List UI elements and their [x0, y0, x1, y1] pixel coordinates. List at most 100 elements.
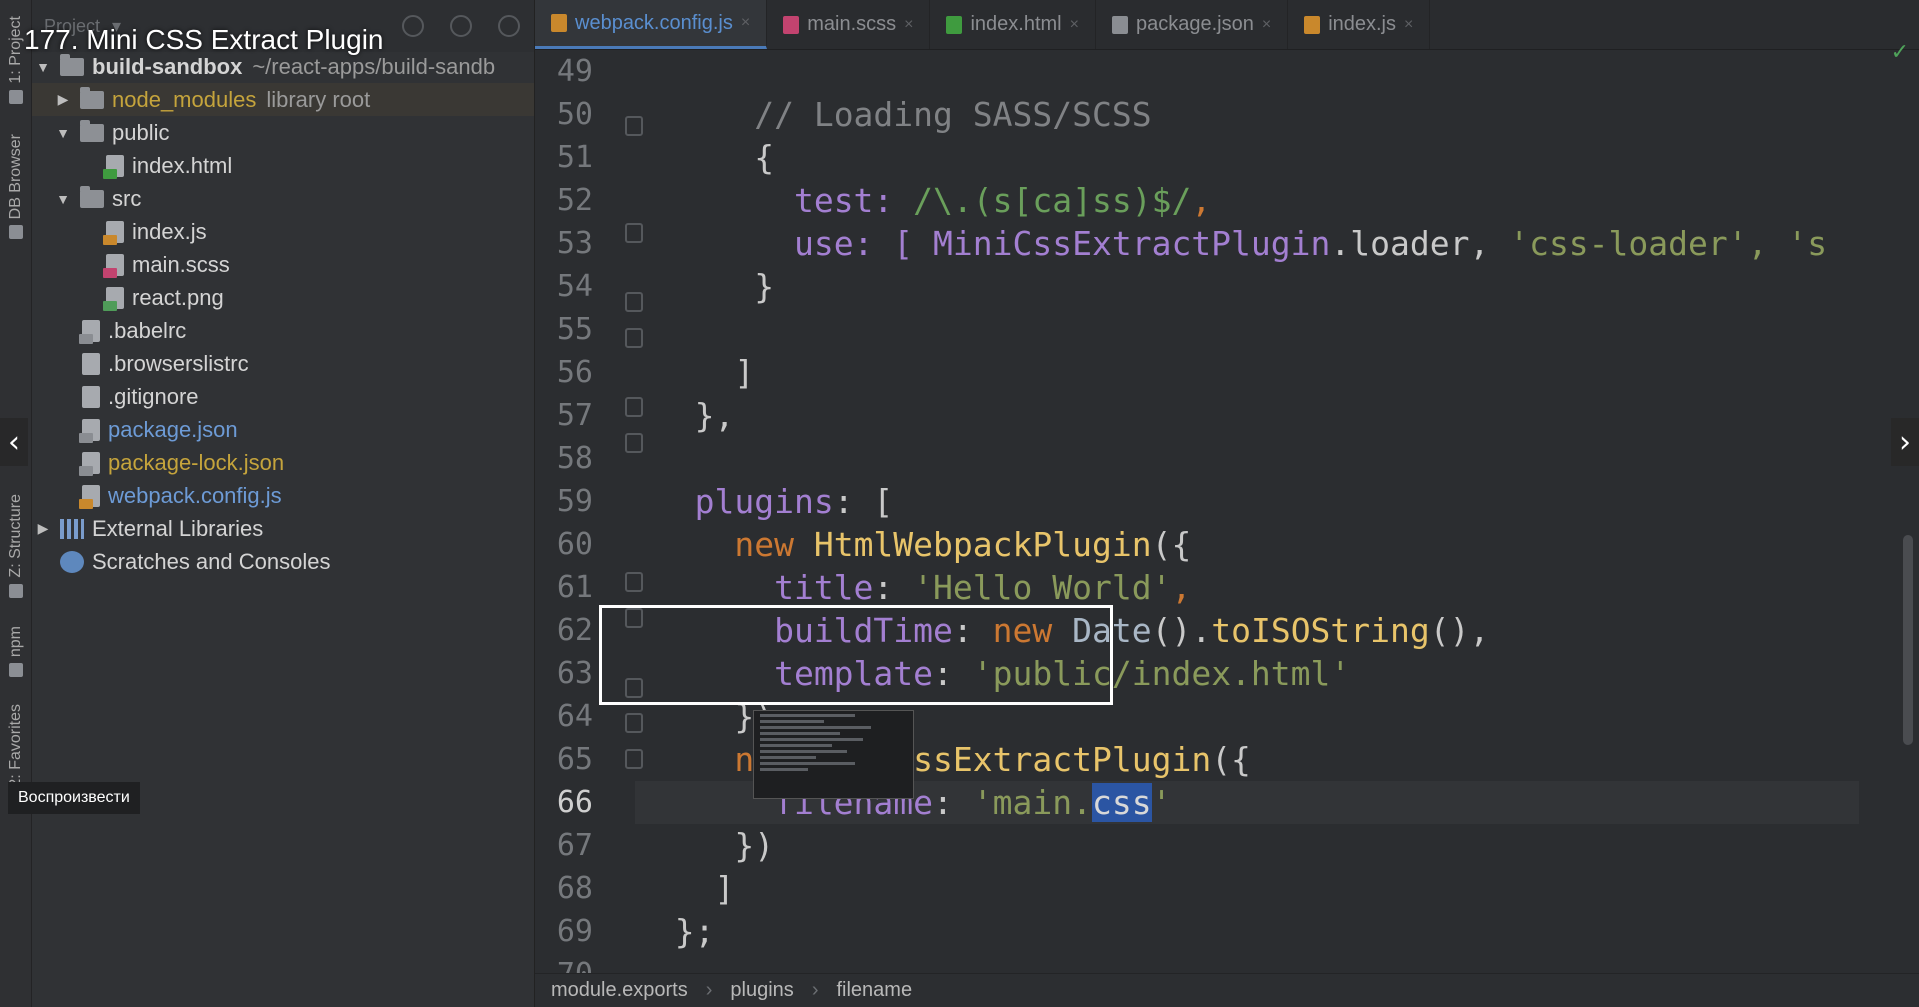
tree-item-scratches[interactable]: Scratches and Consoles — [32, 545, 534, 578]
chevron-right-icon[interactable]: ▶ — [56, 91, 70, 108]
code-token: { — [754, 138, 775, 177]
close-icon[interactable]: × — [1404, 16, 1413, 34]
js-file-icon — [1304, 15, 1321, 34]
line-number: 52 — [556, 183, 593, 218]
tree-item-main-scss[interactable]: main.scss — [32, 248, 534, 281]
tree-item-external-libraries[interactable]: ▶ External Libraries — [32, 512, 534, 545]
favorites-tool-tab[interactable]: 2: Favorites — [4, 704, 28, 788]
html-file-icon — [103, 154, 124, 179]
line-number: 67 — [556, 828, 593, 863]
close-icon[interactable]: × — [741, 14, 750, 32]
chevron-down-icon[interactable]: ▼ — [36, 59, 50, 75]
code-line: template: 'public/index.html' — [635, 652, 1859, 695]
collapse-icon[interactable] — [450, 15, 472, 37]
json-file-icon — [1111, 15, 1128, 34]
project-tree: ▼ build-sandbox ~/react-apps/build-sandb… — [32, 50, 534, 578]
tree-item-public[interactable]: ▼ public — [32, 116, 534, 149]
tree-item-label: External Libraries — [92, 515, 264, 541]
locate-icon[interactable] — [402, 15, 424, 37]
tree-item-label: package.json — [108, 416, 238, 442]
tree-item-react-png[interactable]: react.png — [32, 281, 534, 314]
tab-index-html[interactable]: index.html × — [930, 0, 1096, 49]
play-button[interactable]: Воспроизвести — [8, 782, 140, 814]
tab-main-scss[interactable]: main.scss × — [767, 0, 931, 49]
tree-item-src[interactable]: ▼ src — [32, 182, 534, 215]
code-token: : — [933, 783, 973, 822]
chevron-down-icon[interactable]: ▼ — [56, 191, 70, 207]
code-token: .loader, — [1330, 224, 1510, 263]
tree-item-label: react.png — [132, 284, 224, 310]
db-browser-tool-tab[interactable]: DB Browser — [4, 134, 28, 240]
method-token: toISOString — [1211, 611, 1430, 650]
code-token: ] — [714, 869, 735, 908]
tree-item-webpack-config[interactable]: webpack.config.js — [32, 479, 534, 512]
class-token: HtmlWebpackPlugin — [813, 525, 1152, 564]
tree-item-babelrc[interactable]: .babelrc — [32, 314, 534, 347]
chevron-down-icon[interactable]: ▼ — [56, 125, 70, 141]
breadcrumb-item[interactable]: filename — [836, 979, 912, 1002]
tree-item-label: .browserslistrc — [108, 350, 249, 376]
editor-scrollbar[interactable] — [1903, 535, 1913, 745]
structure-tool-tab[interactable]: Z: Structure — [4, 494, 28, 598]
npm-tool-tab[interactable]: npm — [4, 626, 28, 678]
code-token: (). — [1151, 611, 1212, 650]
punct-token: , — [1171, 568, 1192, 607]
tree-item-browserslistrc[interactable]: .browserslistrc — [32, 347, 534, 380]
tree-item-node-modules[interactable]: ▶ node_modules library root — [32, 83, 534, 116]
npm-icon — [9, 663, 23, 678]
close-icon[interactable]: × — [1070, 16, 1079, 34]
tab-package-json[interactable]: package.json × — [1096, 0, 1289, 49]
code-line: title: 'Hello World', — [635, 566, 1859, 609]
breadcrumb-item[interactable]: plugins — [730, 979, 793, 1002]
tool-window-strip: 1: Project DB Browser Z: Structure npm 2… — [0, 0, 32, 1007]
selected-text[interactable]: css — [1092, 783, 1152, 822]
code-line: new HtmlWebpackPlugin({ — [635, 523, 1859, 566]
tree-item-label: package-lock.json — [108, 449, 285, 475]
code-line: { — [635, 136, 1859, 179]
tab-webpack-config[interactable]: webpack.config.js × — [535, 0, 768, 49]
regex-token: /\.(s[ca]ss)$/ — [913, 181, 1192, 220]
line-number: 63 — [556, 656, 593, 691]
code-line: plugins: [ — [635, 480, 1859, 523]
tab-index-js[interactable]: index.js × — [1288, 0, 1431, 49]
folder-icon — [9, 89, 23, 104]
json-file-icon — [79, 451, 100, 476]
line-number: 61 — [556, 570, 593, 605]
line-number: 68 — [556, 871, 593, 906]
breadcrumb-item[interactable]: module.exports — [551, 979, 688, 1002]
html-file-icon — [946, 15, 963, 34]
property-token: title — [774, 568, 874, 607]
database-icon — [9, 225, 23, 240]
string-token: 'css-loader' — [1509, 224, 1748, 263]
tree-item-label: Scratches and Consoles — [92, 548, 331, 574]
close-icon[interactable]: × — [1262, 16, 1271, 34]
folder-icon — [60, 53, 84, 76]
next-arrow-icon[interactable]: › — [1891, 418, 1919, 466]
string-token: 'public/index.html' — [972, 654, 1351, 693]
tree-item-index-js[interactable]: index.js — [32, 215, 534, 248]
project-tool-label: 1: Project — [7, 16, 24, 84]
tree-item-public-index-html[interactable]: index.html — [32, 149, 534, 182]
js-file-icon — [103, 220, 124, 245]
line-number: 62 — [556, 613, 593, 648]
tree-item-package-json[interactable]: package.json — [32, 413, 534, 446]
close-icon[interactable]: × — [904, 16, 913, 34]
preview-thumbnail[interactable] — [753, 710, 914, 799]
root-path: ~/react-apps/build-sandb — [252, 53, 496, 79]
code-area[interactable]: // Loading SASS/SCSS { test: /\.(s[ca]ss… — [635, 50, 1859, 970]
previous-arrow-icon[interactable]: ‹ — [0, 418, 28, 466]
code-line: }, — [635, 394, 1859, 437]
gear-icon[interactable] — [498, 15, 520, 37]
line-number: 54 — [556, 269, 593, 304]
tree-item-gitignore[interactable]: .gitignore — [32, 380, 534, 413]
tree-item-package-lock-json[interactable]: package-lock.json — [32, 446, 534, 479]
code-token: }) — [734, 826, 775, 865]
chevron-right-icon[interactable]: ▶ — [36, 520, 50, 537]
string-token: , 's — [1747, 224, 1828, 263]
tree-item-label: webpack.config.js — [108, 482, 282, 508]
code-line: ] — [635, 867, 1859, 910]
property-token: use: [ — [793, 224, 934, 263]
code-token: : — [873, 568, 914, 607]
line-number: 69 — [556, 914, 593, 949]
